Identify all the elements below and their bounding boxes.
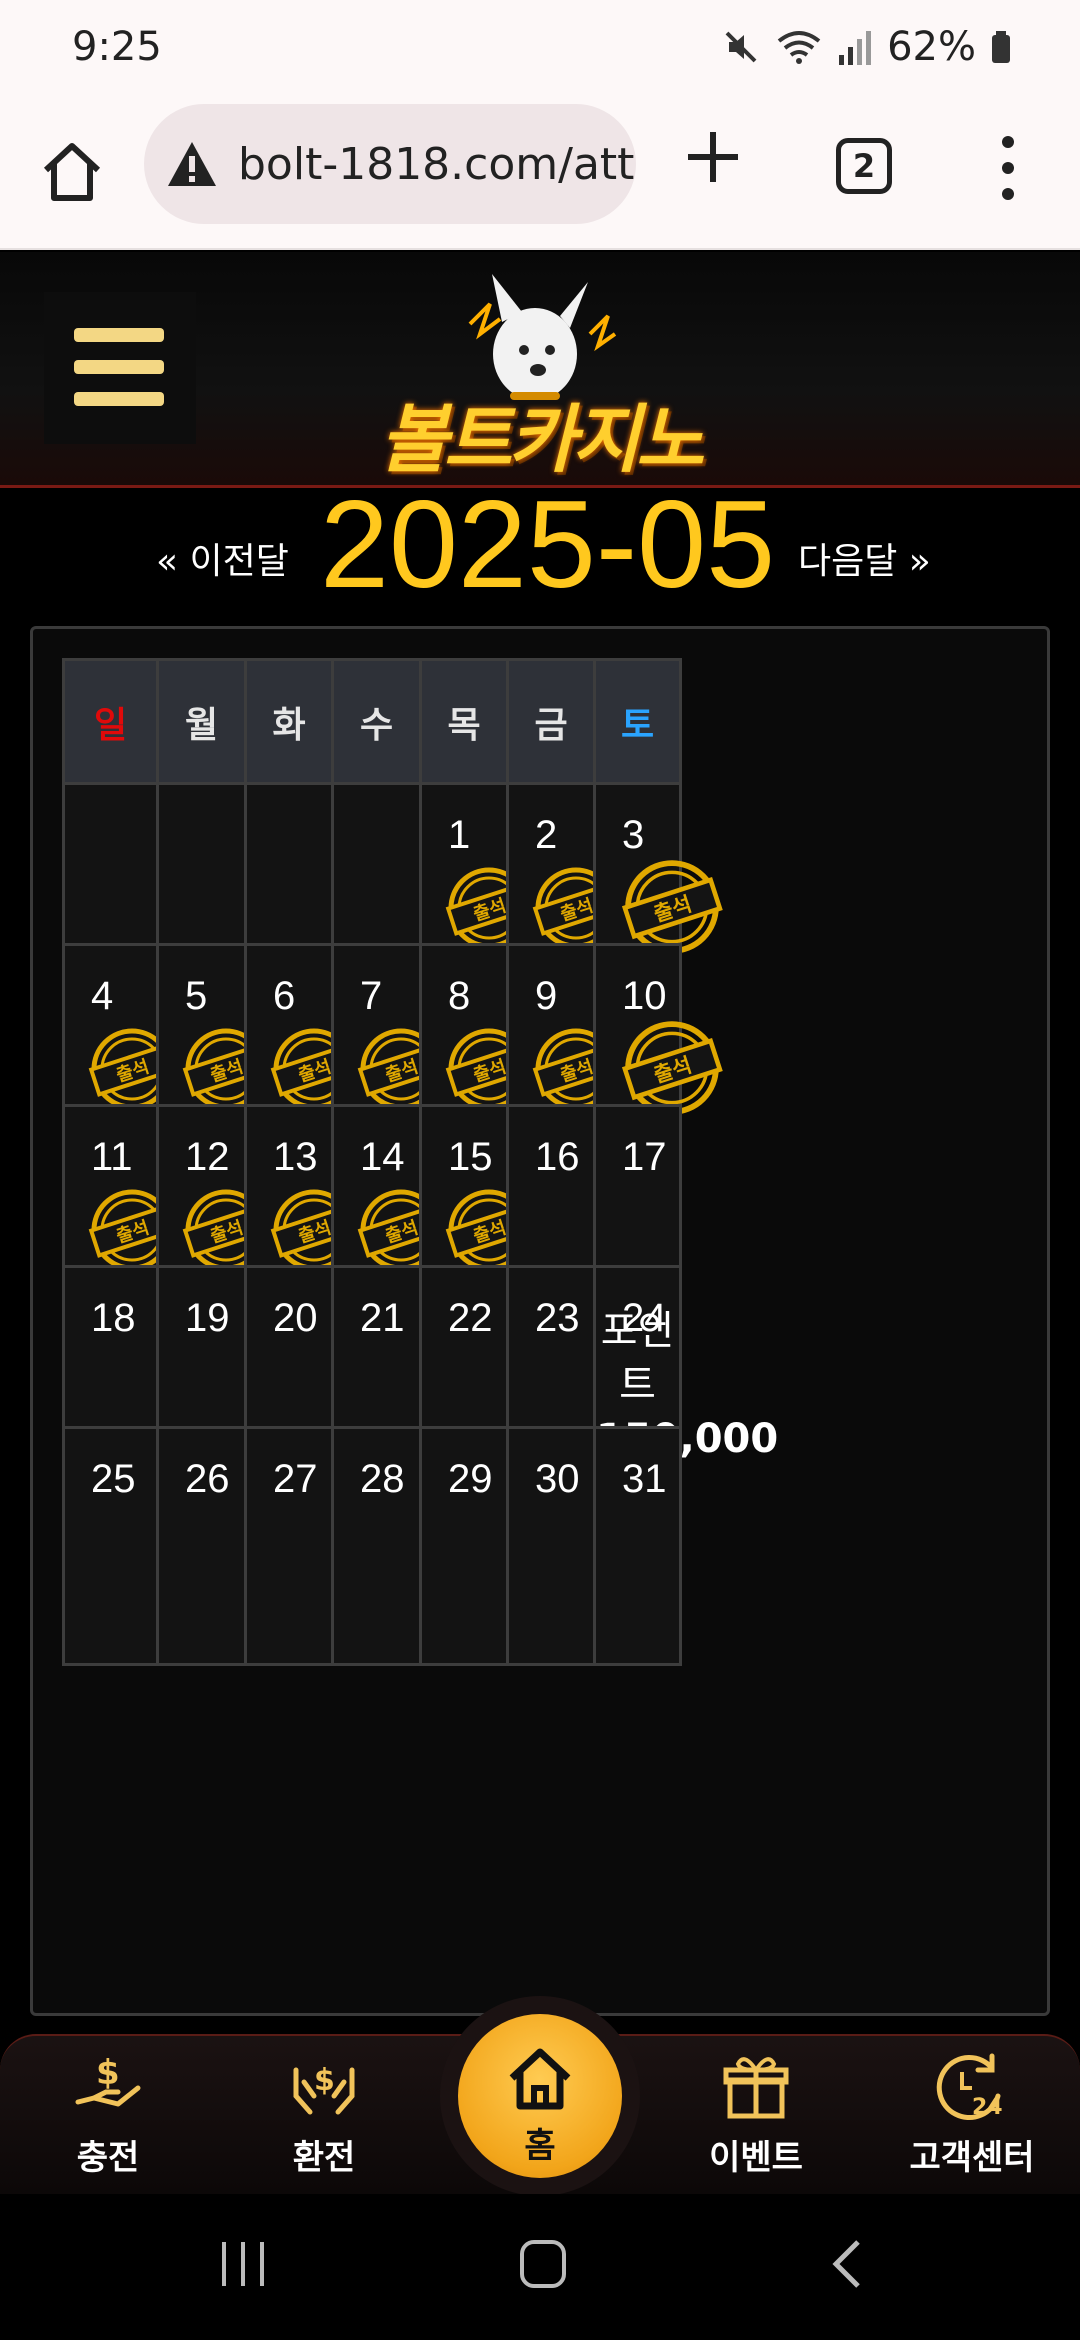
nav-event[interactable]: 이벤트 [656,2036,856,2196]
weekday-header: 토 [593,658,682,786]
charge-icon: $ [75,2053,141,2107]
weekday-header: 일 [62,658,159,786]
back-icon[interactable] [828,2238,868,2290]
calendar-day-cell: 25 [62,1426,159,1666]
day-number: 26 [185,1457,230,1501]
nav-home-circle[interactable]: 홈 [458,2014,622,2178]
day-number: 12 [185,1135,230,1179]
day-number: 18 [91,1296,136,1340]
url-text[interactable]: bolt-1818.com/att [238,139,634,190]
day-number: 11 [91,1135,133,1179]
day-number: 7 [360,974,383,1018]
day-number: 29 [448,1457,493,1501]
site-header: 볼트카지노 [0,252,1080,488]
svg-text:24: 24 [972,2095,1003,2120]
nav-home-label: 홈 [524,2126,556,2166]
day-number: 13 [273,1135,318,1179]
day-number: 27 [273,1457,318,1501]
battery-icon [992,31,1010,63]
reward-label: 포인트 [600,1308,675,1408]
calendar-day-cell: 26 [156,1426,247,1666]
nav-event-label: 이벤트 [709,2138,803,2178]
calendar-day-cell: 29 [419,1426,509,1666]
next-month-link[interactable]: 다음달 » [798,532,931,584]
day-number: 1 [448,813,471,857]
day-number: 10 [622,974,667,1018]
system-navigation-bar [0,2194,1080,2340]
address-bar[interactable]: bolt-1818.com/att [144,104,636,224]
weekday-header: 수 [331,658,422,786]
calendar-day-cell: 30 [506,1426,596,1666]
calendar-day-cell: 28 [331,1426,422,1666]
nav-support-label: 고객센터 [909,2138,1035,2178]
weekday-header: 월 [156,658,247,786]
day-number: 28 [360,1457,405,1501]
weekday-header: 목 [419,658,509,786]
not-secure-warning-icon[interactable] [166,140,218,188]
browser-toolbar: bolt-1818.com/att 2 [0,100,1080,250]
browser-home-icon[interactable] [36,136,108,208]
tab-switcher-button[interactable]: 2 [836,138,892,194]
weekday-header: 화 [244,658,334,786]
day-number: 19 [185,1296,230,1340]
day-number: 9 [535,974,558,1018]
signal-icon [839,31,872,65]
day-number: 15 [448,1135,493,1179]
day-number: 23 [535,1296,580,1340]
hamburger-menu-button[interactable] [44,292,196,444]
current-month-title: 2025-05 [320,476,776,614]
svg-text:$: $ [314,2063,335,2098]
nav-home-button[interactable]: 홈 [440,1996,640,2196]
day-number: 2 [535,813,558,857]
day-number: 20 [273,1296,318,1340]
day-number: 30 [535,1457,580,1501]
prev-month-link[interactable]: « 이전달 [156,532,289,584]
system-home-icon[interactable] [518,2238,568,2290]
day-number: 31 [622,1457,667,1501]
recent-apps-icon[interactable] [218,2238,268,2290]
battery-percent: 62% [887,24,976,70]
day-number: 25 [91,1457,136,1501]
mute-icon [725,31,757,63]
nav-exchange[interactable]: $ 환전 [224,2036,424,2196]
svg-text:$: $ [96,2053,120,2093]
month-navigation: « 이전달 2025-05 다음달 » [0,476,1080,618]
day-number: 17 [622,1135,667,1179]
nav-charge-label: 충전 [76,2138,140,2178]
day-number: 4 [91,974,114,1018]
nav-support[interactable]: 24 고객센터 [872,2036,1072,2196]
calendar-day-cell: 27 [244,1426,334,1666]
day-number: 22 [448,1296,493,1340]
day-number: 3 [622,813,645,857]
support-24h-icon: 24 [936,2053,1003,2120]
nav-charge[interactable]: $ 충전 [8,2036,208,2196]
status-time: 9:25 [72,24,162,70]
day-number: 5 [185,974,208,1018]
nav-exchange-label: 환전 [292,2138,356,2178]
gift-icon [723,2057,789,2119]
day-number: 8 [448,974,471,1018]
attendance-calendar: 일월화수목금토1 출석 2 출석 3 출석 4 출석 5 출석 6 출석 7 출… [62,658,1018,1988]
site-logo-text[interactable]: 볼트카지노 [350,380,730,487]
day-number: 21 [360,1296,405,1340]
calendar-day-cell: 31 [593,1426,682,1666]
more-menu-icon[interactable] [996,128,1020,208]
exchange-icon: $ [293,2063,355,2115]
status-icons: 62% [721,24,1012,70]
wifi-icon [777,31,821,64]
weekday-header: 금 [506,658,596,786]
status-bar: 9:25 62% [0,0,1080,100]
new-tab-icon[interactable] [680,124,746,190]
day-number: 14 [360,1135,405,1179]
day-number: 6 [273,974,296,1018]
home-icon [509,2048,571,2110]
day-number: 16 [535,1135,580,1179]
